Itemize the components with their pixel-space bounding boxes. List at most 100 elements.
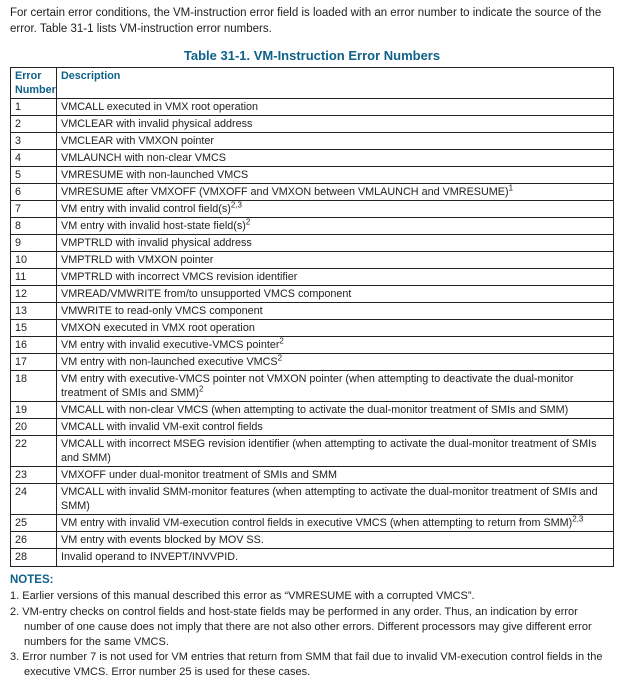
table-row: 3VMCLEAR with VMXON pointer [11,132,614,149]
cell-error-number: 20 [11,419,57,436]
table-row: 11 VMPTRLD with incorrect VMCS revision i… [11,268,614,285]
cell-footnote-ref: 2,3 [231,200,242,209]
notes-list: 1. Earlier versions of this manual descr… [10,589,614,680]
cell-error-number: 4 [11,149,57,166]
cell-description: VM entry with invalid executive-VMCS poi… [57,337,614,354]
cell-description: VM entry with non-launched executive VMC… [57,354,614,371]
cell-error-number: 26 [11,532,57,549]
table-row: 16 VM entry with invalid executive-VMCS p… [11,337,614,354]
table-row: 20 VMCALL with invalid VM-exit control fi… [11,419,614,436]
cell-error-number: 1 [11,98,57,115]
cell-description: Invalid operand to INVEPT/INVVPID. [57,549,614,566]
note-item: 1. Earlier versions of this manual descr… [10,589,614,604]
cell-description-text: VMRESUME after VMXOFF (VMXOFF and VMXON … [61,186,509,198]
cell-description: VM entry with invalid host-state field(s… [57,217,614,234]
cell-description: VMRESUME with non-launched VMCS [57,166,614,183]
cell-error-number: 8 [11,217,57,234]
table-row: 17VM entry with non-launched executive V… [11,354,614,371]
cell-error-number: 2 [11,115,57,132]
table-row: 23 VMXOFF under dual-monitor treatment of… [11,467,614,484]
cell-error-number: 19 [11,402,57,419]
cell-description-text: VMRESUME with non-launched VMCS [61,169,248,181]
cell-error-number: 16 [11,337,57,354]
cell-footnote-ref: 2 [279,336,283,345]
cell-description: VMCALL executed in VMX root operation [57,98,614,115]
cell-description-text: VMLAUNCH with non-clear VMCS [61,152,226,164]
table-row: 1 VMCALL executed in VMX root operation [11,98,614,115]
table-header-row: Error Number Description [11,67,614,98]
cell-description-text: VMPTRLD with invalid physical address [61,237,252,249]
table-row: 6VMRESUME after VMXOFF (VMXOFF and VMXON… [11,183,614,200]
cell-error-number: 22 [11,436,57,467]
cell-description-text: VM entry with events blocked by MOV SS. [61,534,264,546]
table-row: 26 VM entry with events blocked by MOV SS… [11,532,614,549]
cell-error-number: 12 [11,285,57,302]
cell-error-number: 10 [11,251,57,268]
cell-description-text: VMCALL executed in VMX root operation [61,101,258,113]
table-row: 25VM entry with invalid VM-execution con… [11,515,614,532]
cell-description: VMREAD/VMWRITE from/to unsupported VMCS … [57,285,614,302]
note-item: 2. VM-entry checks on control fields and… [10,605,614,650]
cell-description: VMCLEAR with VMXON pointer [57,132,614,149]
cell-description-text: VMXON executed in VMX root operation [61,322,255,334]
error-table: Error Number Description 1 VMCALL execute… [10,67,614,567]
cell-error-number: 5 [11,166,57,183]
cell-description-text: VMWRITE to read-only VMCS component [61,305,263,317]
cell-error-number: 9 [11,234,57,251]
cell-description: VM entry with executive-VMCS pointer not… [57,371,614,402]
cell-description: VM entry with events blocked by MOV SS. [57,532,614,549]
cell-description-text: VMPTRLD with incorrect VMCS revision ide… [61,271,297,283]
cell-error-number: 18 [11,371,57,402]
th-description: Description [57,67,614,98]
table-row: 5 VMRESUME with non-launched VMCS [11,166,614,183]
table-row: 9 VMPTRLD with invalid physical address [11,234,614,251]
cell-description: VMWRITE to read-only VMCS component [57,303,614,320]
cell-description: VMPTRLD with VMXON pointer [57,251,614,268]
th-error-number: Error Number [11,67,57,98]
note-item: 3. Error number 7 is not used for VM ent… [10,650,614,680]
cell-description: VM entry with invalid control field(s)2,… [57,200,614,217]
cell-description-text: VMCALL with invalid VM-exit control fiel… [61,421,263,433]
table-body: 1VMCALL executed in VMX root operation2V… [11,98,614,566]
cell-error-number: 11 [11,268,57,285]
table-row: 2 VMCLEAR with invalid physical address [11,115,614,132]
table-row: 13VMWRITE to read-only VMCS component [11,303,614,320]
cell-description-text: VMCLEAR with invalid physical address [61,118,252,130]
cell-description-text: VM entry with executive-VMCS pointer not… [61,373,574,399]
cell-description: VMCALL with non-clear VMCS (when attempt… [57,402,614,419]
cell-error-number: 23 [11,467,57,484]
table-row: 28 Invalid operand to INVEPT/INVVPID. [11,549,614,566]
cell-error-number: 28 [11,549,57,566]
cell-description-text: VMCLEAR with VMXON pointer [61,135,214,147]
table-row: 24VMCALL with invalid SMM-monitor featur… [11,484,614,515]
cell-error-number: 17 [11,354,57,371]
cell-error-number: 25 [11,515,57,532]
cell-description: VMCALL with incorrect MSEG revision iden… [57,436,614,467]
table-row: 7VM entry with invalid control field(s)2… [11,200,614,217]
cell-description-text: VMREAD/VMWRITE from/to unsupported VMCS … [61,288,351,300]
cell-description: VMCLEAR with invalid physical address [57,115,614,132]
cell-description-text: VMPTRLD with VMXON pointer [61,254,213,266]
cell-description: VMPTRLD with incorrect VMCS revision ide… [57,268,614,285]
table-row: 19VMCALL with non-clear VMCS (when attem… [11,402,614,419]
cell-description-text: VM entry with invalid executive-VMCS poi… [61,339,279,351]
notes-heading: NOTES: [10,573,614,589]
cell-description: VMCALL with invalid SMM-monitor features… [57,484,614,515]
cell-description-text: VM entry with invalid host-state field(s… [61,220,246,232]
table-row: 8 VM entry with invalid host-state field(… [11,217,614,234]
table-row: 4 VMLAUNCH with non-clear VMCS [11,149,614,166]
cell-footnote-ref: 2 [199,385,203,394]
cell-footnote-ref: 2,3 [572,515,583,524]
intro-text: For certain error conditions, the VM-ins… [10,6,614,37]
cell-description-text: Invalid operand to INVEPT/INVVPID. [61,551,238,563]
table-title: Table 31-1. VM-Instruction Error Numbers [10,47,614,65]
cell-description-text: VMCALL with invalid SMM-monitor features… [61,486,598,512]
table-row: 18VM entry with executive-VMCS pointer n… [11,371,614,402]
cell-description: VMXON executed in VMX root operation [57,320,614,337]
cell-footnote-ref: 2 [278,354,282,363]
cell-description: VM entry with invalid VM-execution contr… [57,515,614,532]
cell-footnote-ref: 1 [509,183,513,192]
cell-error-number: 15 [11,320,57,337]
table-row: 15 VMXON executed in VMX root operation [11,320,614,337]
cell-description-text: VMXOFF under dual-monitor treatment of S… [61,469,337,481]
